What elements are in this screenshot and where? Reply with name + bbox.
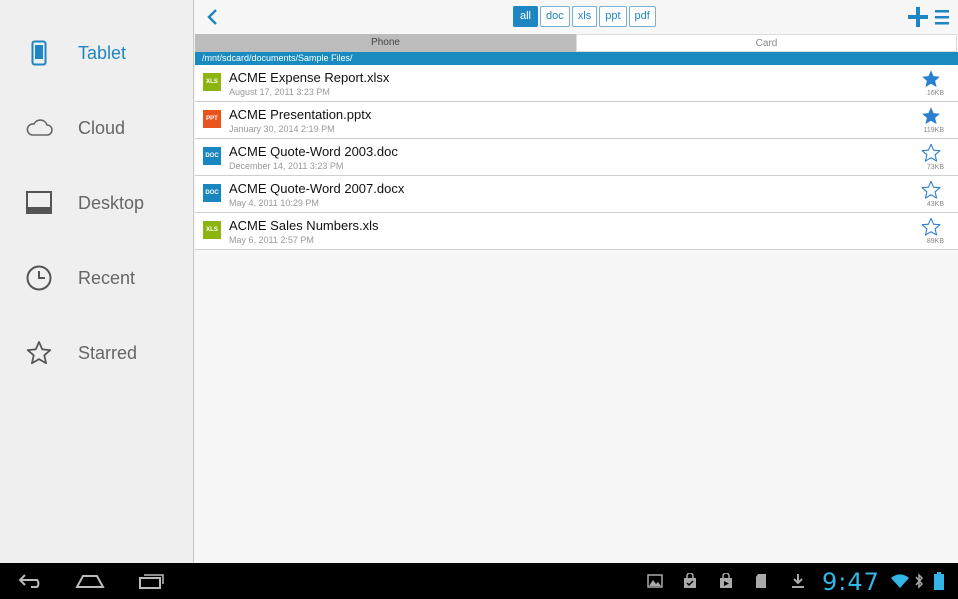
add-button[interactable] (907, 6, 929, 28)
file-date: May 4, 2011 10:29 PM (229, 198, 319, 208)
wifi-icon (890, 563, 910, 599)
file-size: 16KB (926, 90, 944, 97)
file-name: ACME Expense Report.xlsx (229, 70, 390, 85)
file-name: ACME Sales Numbers.xls (229, 218, 379, 233)
chevron-left-icon (207, 9, 217, 25)
star-outline-icon[interactable] (920, 142, 942, 164)
desktop-icon (24, 188, 54, 218)
file-row[interactable]: PPT ACME Presentation.pptx January 30, 2… (195, 102, 958, 139)
sidebar-item-label: Tablet (78, 42, 127, 63)
star-filled-icon[interactable] (920, 68, 942, 90)
sidebar-item-label: Cloud (78, 117, 126, 138)
filter-ppt[interactable]: ppt (599, 6, 627, 27)
file-size: 89KB (926, 238, 944, 245)
sidebar-item-label: Desktop (78, 192, 145, 213)
file-date: May 6, 2011 2:57 PM (229, 235, 314, 245)
cloud-icon (24, 113, 54, 143)
sidebar-item-label: Starred (78, 342, 138, 363)
file-name: ACME Presentation.pptx (229, 107, 372, 122)
file-row[interactable]: XLS ACME Sales Numbers.xls May 6, 2011 2… (195, 213, 958, 250)
nav-recent-apps-button[interactable] (134, 563, 168, 599)
back-arrow-icon (18, 574, 40, 588)
gallery-notification-icon (646, 563, 664, 599)
file-size: 43KB (926, 201, 944, 208)
filter-xls[interactable]: xls (571, 6, 598, 27)
nav-back-button[interactable] (14, 563, 48, 599)
file-date: December 14, 2011 3:23 PM (229, 161, 344, 171)
file-row[interactable]: DOC ACME Quote-Word 2003.doc December 14… (195, 139, 958, 176)
menu-icon (935, 10, 949, 25)
bluetooth-icon (912, 563, 926, 599)
main-panel: all doc xls ppt pdf Phone Card /mnt/sdca… (195, 0, 958, 563)
doc-file-icon: DOC (203, 147, 221, 165)
file-date: August 17, 2011 3:23 PM (229, 87, 330, 97)
status-clock: 9:47 (822, 568, 880, 596)
toolbar: all doc xls ppt pdf (195, 0, 958, 34)
storage-tabs: Phone Card (195, 34, 958, 52)
sidebar-item-starred[interactable]: Starred (0, 323, 194, 383)
star-filled-icon[interactable] (920, 105, 942, 127)
file-name: ACME Quote-Word 2003.doc (229, 144, 398, 159)
sidebar-item-desktop[interactable]: Desktop (0, 173, 194, 233)
file-row[interactable]: XLS ACME Expense Report.xlsx August 17, … (195, 65, 958, 102)
star-icon (24, 338, 54, 368)
system-bar: 9:47 (0, 563, 958, 599)
clock-icon (24, 263, 54, 293)
filter-all[interactable]: all (513, 6, 539, 27)
file-size: 119KB (923, 127, 945, 134)
filter-group: all doc xls ppt pdf (513, 6, 658, 27)
ppt-file-icon: PPT (203, 110, 221, 128)
sidebar-item-label: Recent (78, 267, 136, 288)
filter-pdf[interactable]: pdf (628, 6, 656, 27)
back-button[interactable] (201, 5, 223, 29)
file-list: XLS ACME Expense Report.xlsx August 17, … (195, 65, 958, 250)
nav-home-button[interactable] (73, 563, 107, 599)
recent-apps-icon (139, 574, 164, 589)
battery-icon (932, 563, 946, 599)
sidebar-item-cloud[interactable]: Cloud (0, 98, 194, 158)
sidebar: Tablet Cloud Desktop Recent Starred (0, 0, 194, 563)
star-outline-icon[interactable] (920, 179, 942, 201)
doc-file-icon: DOC (203, 184, 221, 202)
filter-doc[interactable]: doc (540, 6, 570, 27)
plus-icon (908, 7, 928, 27)
tab-phone[interactable]: Phone (195, 34, 576, 52)
file-name: ACME Quote-Word 2007.docx (229, 181, 405, 196)
home-icon (75, 575, 105, 588)
path-bar: /mnt/sdcard/documents/Sample Files/ (195, 52, 958, 65)
sidebar-item-tablet[interactable]: Tablet (0, 23, 194, 83)
xls-file-icon: XLS (203, 73, 221, 91)
play-store-icon (717, 563, 735, 599)
file-date: January 30, 2014 2:19 PM (229, 124, 335, 134)
sidebar-item-recent[interactable]: Recent (0, 248, 194, 308)
sd-card-icon (753, 563, 769, 599)
xls-file-icon: XLS (203, 221, 221, 239)
star-outline-icon[interactable] (920, 216, 942, 238)
tablet-icon (24, 38, 54, 68)
file-row[interactable]: DOC ACME Quote-Word 2007.docx May 4, 201… (195, 176, 958, 213)
store-bag-icon (681, 563, 699, 599)
menu-button[interactable] (935, 8, 949, 26)
download-icon (789, 563, 807, 599)
file-size: 73KB (926, 164, 944, 171)
tab-card[interactable]: Card (576, 34, 957, 52)
